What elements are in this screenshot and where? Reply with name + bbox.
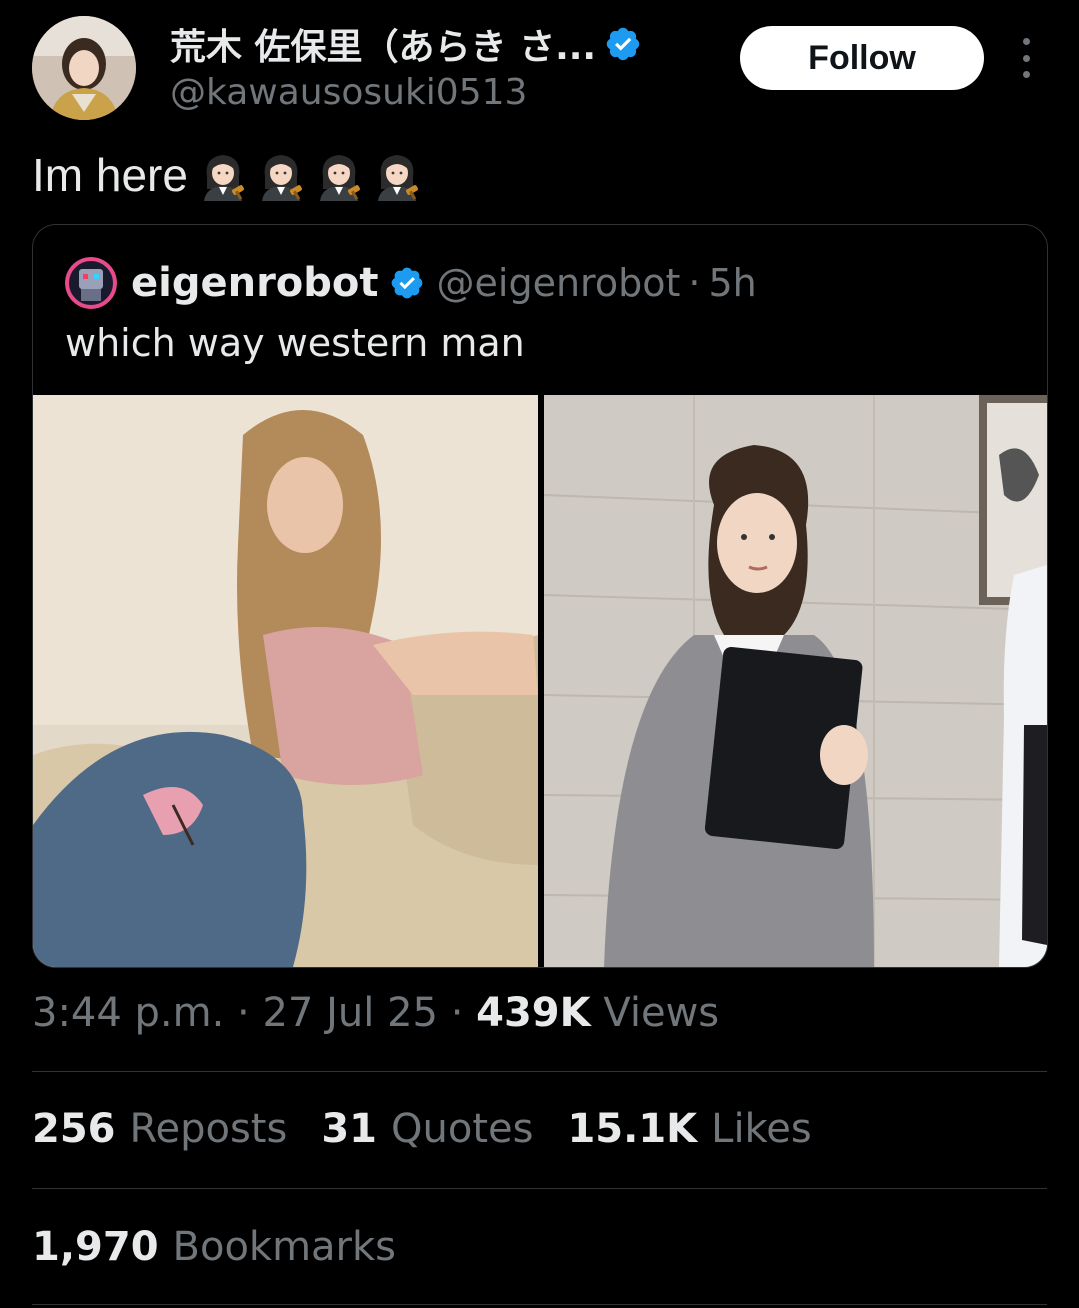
tweet-date[interactable]: 27 Jul 25	[262, 990, 438, 1036]
tweet-meta: 3:44 p.m. · 27 Jul 25 · 439K Views	[32, 990, 719, 1036]
author-avatar[interactable]	[32, 16, 136, 120]
quoted-timestamp[interactable]: 5h	[708, 261, 756, 305]
quoted-author-name[interactable]: eigenrobot	[131, 260, 379, 306]
reposts-count: 256	[32, 1106, 116, 1152]
quotes-label: Quotes	[391, 1106, 534, 1152]
judge-emoji-icon	[377, 155, 418, 201]
verified-badge-icon	[391, 267, 422, 299]
likes-label: Likes	[711, 1106, 812, 1152]
separator-dot: ·	[688, 261, 701, 305]
quoted-media-image-left[interactable]	[33, 395, 538, 967]
quoted-tweet-text: which way western man	[65, 321, 525, 365]
quotes-stat[interactable]: 31 Quotes	[321, 1106, 533, 1152]
divider	[32, 1188, 1047, 1189]
quotes-count: 31	[321, 1106, 378, 1152]
emoji-row	[198, 149, 422, 201]
more-options-icon[interactable]	[1010, 38, 1042, 78]
engagement-stats: 256 Reposts 31 Quotes 15.1K Likes	[32, 1106, 846, 1152]
tweet-text: Im here	[32, 148, 422, 202]
verified-badge-icon	[606, 27, 640, 61]
follow-button[interactable]: Follow	[740, 26, 984, 90]
separator-dot: ·	[450, 990, 464, 1036]
judge-emoji-icon	[261, 155, 302, 201]
separator-dot: ·	[237, 990, 250, 1036]
tweet-text-content: Im here	[32, 149, 188, 201]
judge-emoji-icon	[319, 155, 360, 201]
bookmarks-stat[interactable]: 1,970 Bookmarks	[32, 1224, 396, 1270]
quoted-author-avatar[interactable]	[65, 257, 117, 309]
divider	[32, 1071, 1047, 1072]
bookmarks-label: Bookmarks	[172, 1224, 397, 1270]
likes-stat[interactable]: 15.1K Likes	[567, 1106, 811, 1152]
tweet-time[interactable]: 3:44 p.m.	[32, 990, 224, 1036]
tweet-header: 荒木 佐保里（あらき さ... @kawausosuki0513 Follow	[32, 16, 1047, 126]
bookmarks-count: 1,970	[32, 1224, 159, 1270]
views-label: Views	[603, 990, 720, 1036]
quoted-media-image-right[interactable]	[544, 395, 1047, 967]
judge-emoji-icon	[203, 155, 244, 201]
author-handle[interactable]: @kawausosuki0513	[170, 72, 642, 113]
quoted-tweet-card[interactable]: eigenrobot @eigenrobot · 5h which way we…	[32, 224, 1048, 968]
views-count: 439K	[476, 990, 591, 1036]
divider	[32, 1304, 1047, 1305]
likes-count: 15.1K	[567, 1106, 698, 1152]
reposts-label: Reposts	[129, 1106, 288, 1152]
author-display-name[interactable]: 荒木 佐保里（あらき さ...	[170, 18, 596, 70]
quoted-author-handle[interactable]: @eigenrobot	[437, 261, 681, 305]
quoted-tweet-header: eigenrobot @eigenrobot · 5h	[65, 255, 757, 311]
reposts-stat[interactable]: 256 Reposts	[32, 1106, 287, 1152]
